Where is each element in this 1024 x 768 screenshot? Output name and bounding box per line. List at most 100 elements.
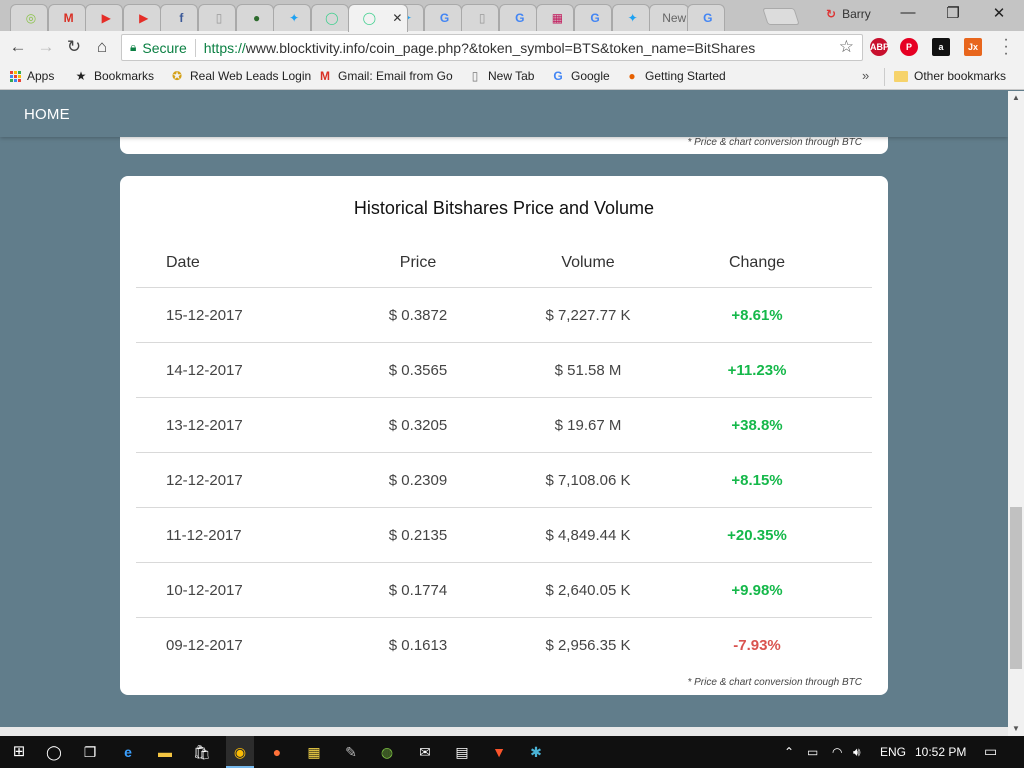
browser-tab[interactable]: ◎ <box>10 4 48 31</box>
green-globe-icon[interactable]: ◍ <box>378 743 396 761</box>
window-close-button[interactable]: ✕ <box>984 4 1014 22</box>
bookmark-apps[interactable]: Apps <box>10 69 54 83</box>
browser-tab[interactable]: New <box>649 4 690 31</box>
browser-tab[interactable]: ▦ <box>536 4 575 31</box>
notifications-icon[interactable]: ▭ <box>984 743 997 760</box>
scrollbar-thumb[interactable] <box>1010 507 1022 669</box>
minimize-button[interactable]: — <box>893 4 923 21</box>
bookmark-real-web-leads[interactable]: ✪ Real Web Leads Login <box>170 69 311 83</box>
firefox-icon[interactable]: ● <box>268 743 286 761</box>
edge-icon[interactable]: e <box>119 743 137 761</box>
browser-tab[interactable]: ● <box>235 4 274 31</box>
home-button[interactable]: ⌂ <box>90 36 114 58</box>
browser-tab[interactable]: ◯ ✕ <box>348 4 409 32</box>
chrome-icon[interactable]: ◉ <box>231 743 249 761</box>
new-tab-button[interactable] <box>762 8 800 25</box>
browser-tab[interactable]: ◯ <box>310 4 349 31</box>
pinterest-icon[interactable]: P <box>900 38 918 56</box>
star-icon: ★ <box>75 69 87 83</box>
bookmark-star-icon[interactable]: ☆ <box>839 37 854 57</box>
back-button[interactable]: ← <box>6 36 30 58</box>
apps-grid-icon <box>10 70 21 82</box>
table-row: 14-12-2017 $ 0.3565 $ 51.58 M +11.23% <box>136 343 872 398</box>
tab-strip: ◎M▶▶f▯●✦◯◯✕✦G▯G▦G✦NewG ↻ Barry — ❐ ✕ <box>0 0 1024 32</box>
page-viewport: HOME * Price & chart conversion through … <box>0 91 1008 727</box>
nav-home-link[interactable]: HOME <box>24 106 70 123</box>
bookmarks-bar: Apps ★ Bookmarks ✪ Real Web Leads Login … <box>0 64 1024 90</box>
twitter-icon: ✦ <box>627 11 638 25</box>
scroll-down-arrow-icon[interactable]: ▼ <box>1008 722 1024 736</box>
store-icon[interactable]: 🛍︎ <box>193 743 211 761</box>
change-cell: -7.93% <box>733 637 781 654</box>
youtube-icon: ▶ <box>101 11 111 25</box>
gmail-icon: M <box>320 69 330 83</box>
date-cell: 15-12-2017 <box>166 306 243 324</box>
restore-button[interactable]: ❐ <box>938 4 968 22</box>
chrome-menu-icon[interactable]: · · · <box>1001 32 1011 62</box>
browser-tab[interactable]: G <box>498 4 537 31</box>
bookmark-label: Google <box>571 69 610 83</box>
browser-tab[interactable]: G <box>423 4 462 31</box>
search-circle-icon[interactable]: ◯ <box>45 743 63 761</box>
browser-tab[interactable]: f <box>160 4 199 31</box>
table-header-row: Date Price Volume Change <box>136 238 872 288</box>
browser-tab[interactable]: ▶ <box>122 4 161 31</box>
green-circle-icon: ◯ <box>325 11 339 25</box>
task-view-icon[interactable]: ❐ <box>81 743 99 761</box>
browser-tab[interactable]: ▯ <box>198 4 236 31</box>
browser-tab[interactable]: ✦ <box>273 4 312 31</box>
bookmark-other[interactable]: Other bookmarks <box>894 69 1006 83</box>
forward-button[interactable]: → <box>34 36 58 58</box>
wifi-icon[interactable]: ◠ <box>832 745 842 759</box>
reload-button[interactable]: ↻ <box>62 36 86 58</box>
battery-icon[interactable]: ▭ <box>807 745 818 759</box>
address-bar[interactable]: 🔒︎ Secure https://www.blocktivity.info/c… <box>121 34 863 61</box>
bookmark-google[interactable]: G Google <box>551 69 610 83</box>
google-icon: G <box>590 11 600 25</box>
file-explorer-icon[interactable]: ▬ <box>156 743 174 761</box>
amazon-icon[interactable]: a <box>932 38 950 56</box>
bookmark-gmail[interactable]: M Gmail: Email from Go <box>318 69 453 83</box>
clock[interactable]: 10:52 PM <box>915 745 966 759</box>
date-cell: 11-12-2017 <box>166 526 242 544</box>
browser-tab[interactable]: ▯ <box>461 4 500 31</box>
brave-icon[interactable]: ▼ <box>490 743 508 761</box>
calculator-grid-icon[interactable]: ▦ <box>305 743 323 761</box>
scroll-up-arrow-icon[interactable]: ▲ <box>1008 91 1024 105</box>
browser-tab[interactable]: G <box>574 4 612 31</box>
profile-name: Barry <box>842 7 871 21</box>
chrome-loading-icon: ◎ <box>25 11 37 25</box>
abp-icon[interactable]: ABP <box>870 38 889 56</box>
conversion-note: * Price & chart conversion through BTC <box>687 137 862 148</box>
profile-button[interactable]: ↻ Barry <box>826 7 871 21</box>
mail-icon[interactable]: ✉ <box>416 743 434 761</box>
browser-tab[interactable]: ▶ <box>85 4 124 31</box>
tray-chevron-icon[interactable]: ⌃ <box>784 745 794 759</box>
paint-icon[interactable]: ✎ <box>342 743 360 761</box>
jx-icon[interactable]: Jx <box>964 38 982 56</box>
change-cell: +11.23% <box>727 361 787 379</box>
calculator-icon[interactable]: ▤ <box>453 743 471 761</box>
bookmark-label: New Tab <box>488 69 535 83</box>
snipping-icon[interactable]: ✱ <box>527 743 545 761</box>
browser-tab[interactable]: M <box>47 4 86 31</box>
gmail-icon: M <box>63 11 74 25</box>
bookmark-bookmarks[interactable]: ★ Bookmarks <box>74 69 154 83</box>
more-bookmarks-chevron-icon[interactable]: » <box>862 68 869 83</box>
browser-tab[interactable]: ✦ <box>611 4 650 31</box>
windows-start-icon[interactable]: ⊞ <box>10 743 28 761</box>
url-path: www.blocktivity.info/coin_page.php?&toke… <box>245 39 756 56</box>
conversion-note: * Price & chart conversion through BTC <box>687 677 862 688</box>
bookmark-new-tab[interactable]: ▯ New Tab <box>468 69 535 83</box>
date-cell: 14-12-2017 <box>166 361 243 379</box>
windows-taskbar: ⊞ ◯ ❐ e ▬ 🛍︎ ◉ ● ▦ ✎ ◍ ✉ ▤ ▼ ✱ ⌃ ▭ ◠ 🔊︎ … <box>0 736 1024 768</box>
tab-close-icon[interactable]: ✕ <box>392 11 402 25</box>
google-icon: G <box>439 11 450 25</box>
language-indicator[interactable]: ENG <box>880 745 906 759</box>
vertical-scrollbar[interactable]: ▲ ▼ <box>1008 91 1024 736</box>
date-cell: 12-12-2017 <box>166 471 243 489</box>
volume-icon[interactable]: 🔊︎ <box>853 745 861 760</box>
bookmark-getting-started[interactable]: ● Getting Started <box>625 69 725 83</box>
browser-tab[interactable]: G <box>686 4 725 31</box>
url-scheme: https:// <box>203 39 246 56</box>
